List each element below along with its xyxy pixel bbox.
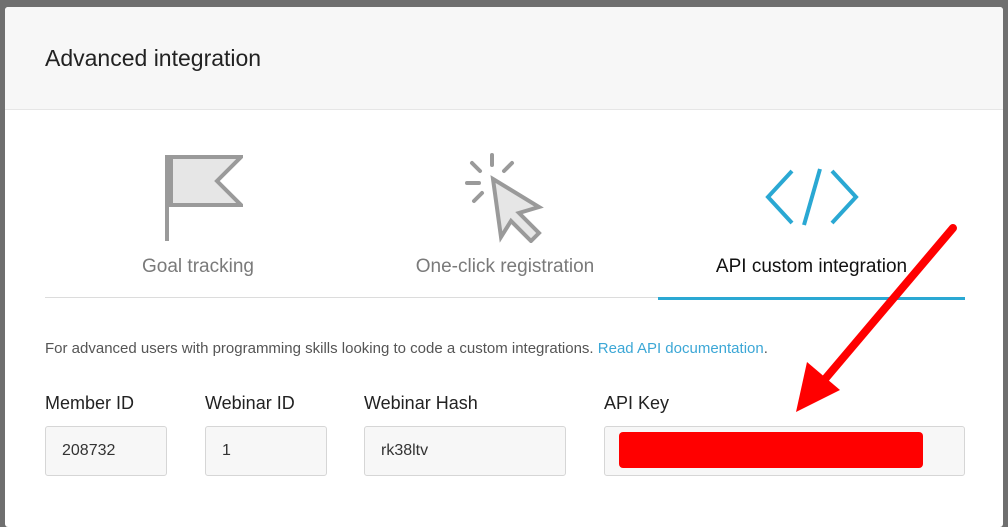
webinar-hash-label: Webinar Hash — [364, 393, 478, 413]
api-description-text: For advanced users with programming skil… — [45, 340, 598, 357]
webinar-id-input[interactable]: 1 — [205, 426, 327, 476]
webinar-id-label: Webinar ID — [205, 393, 295, 413]
redaction-box — [619, 432, 923, 468]
advanced-integration-modal: Advanced integration Goal tracking One-c… — [5, 7, 1003, 527]
integration-tabs: Goal tracking One-click registration API… — [45, 111, 965, 300]
modal-header: Advanced integration — [5, 7, 1003, 110]
api-key-label: API Key — [604, 393, 670, 413]
api-description: For advanced users with programming skil… — [45, 340, 768, 357]
cursor-click-icon — [465, 153, 544, 243]
webinar-id-field: Webinar ID 1 — [205, 393, 327, 476]
member-id-label: Member ID — [45, 393, 135, 413]
code-icon — [764, 168, 859, 226]
read-api-documentation-link[interactable]: Read API documentation — [598, 340, 764, 357]
api-description-suffix: . — [763, 340, 768, 357]
modal-title: Advanced integration — [45, 45, 262, 71]
flag-icon — [165, 155, 243, 241]
webinar-hash-field: Webinar Hash rk38ltv — [364, 393, 566, 476]
tab-goal-tracking[interactable]: Goal tracking — [45, 111, 351, 298]
tab-label-api-custom-integration: API custom integration — [715, 256, 908, 277]
tab-api-custom-integration[interactable]: API custom integration — [658, 111, 965, 300]
member-id-field: Member ID 208732 — [45, 393, 167, 476]
api-key-field: API Key — [604, 393, 965, 476]
webinar-hash-input[interactable]: rk38ltv — [364, 426, 566, 476]
tab-label-one-click-registration: One-click registration — [415, 256, 595, 277]
tab-one-click-registration[interactable]: One-click registration — [352, 111, 658, 298]
tab-label-goal-tracking: Goal tracking — [142, 256, 254, 277]
member-id-input[interactable]: 208732 — [45, 426, 167, 476]
api-key-input[interactable] — [604, 426, 965, 476]
